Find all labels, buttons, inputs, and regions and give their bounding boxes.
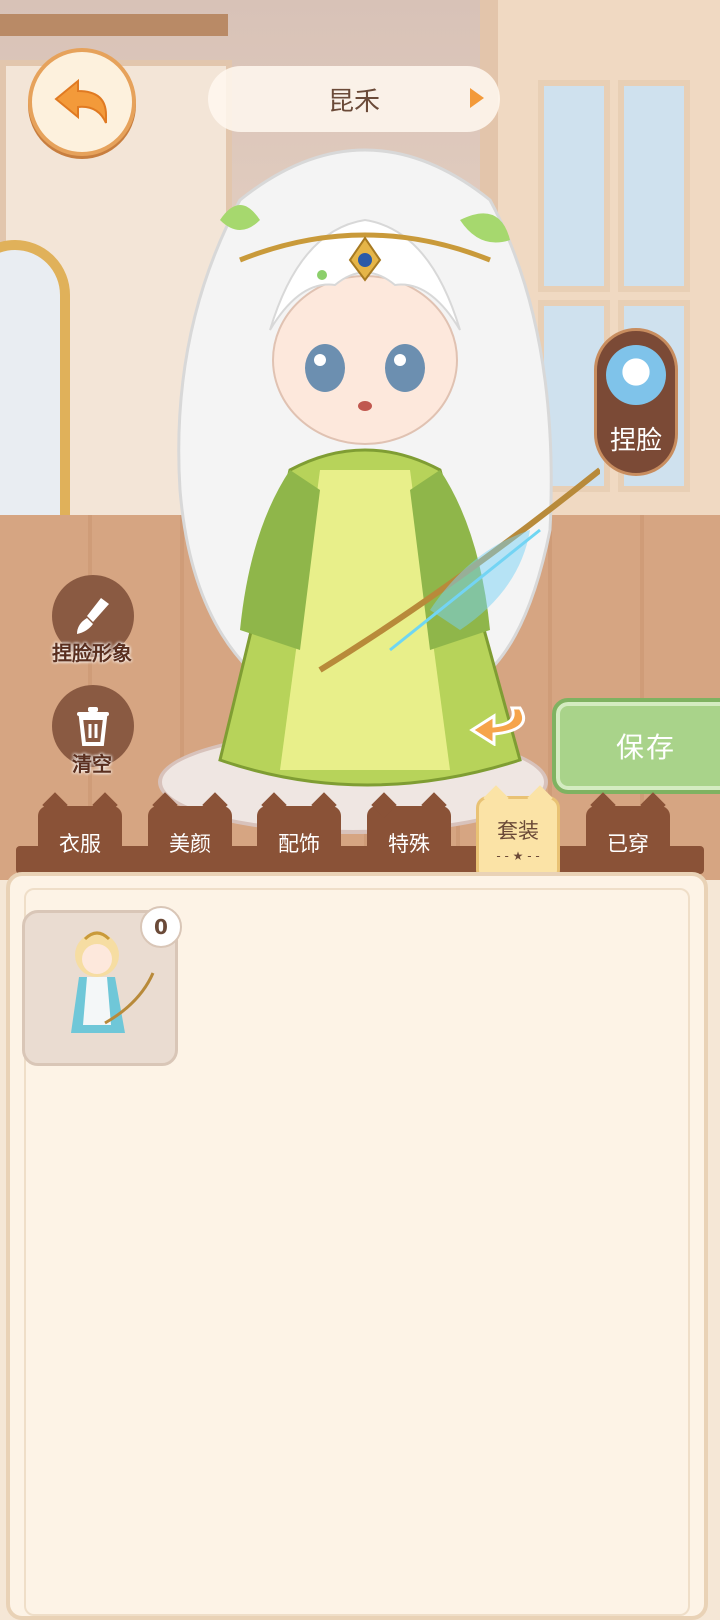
item-count: 0	[154, 915, 168, 939]
back-button[interactable]	[28, 48, 136, 156]
wall-shelf	[0, 14, 228, 36]
back-arrow-icon	[54, 78, 107, 124]
rotate-arrow-icon[interactable]	[464, 700, 528, 746]
tab-label: 特殊	[388, 832, 430, 856]
tab-label: 套装	[497, 819, 539, 843]
tab-worn[interactable]: 已穿	[586, 806, 670, 870]
tab-beauty[interactable]: 美颜	[148, 806, 232, 870]
save-button[interactable]: 保存	[552, 698, 720, 794]
clear-label: 清空	[72, 752, 112, 776]
brush-icon	[77, 598, 109, 634]
tab-special[interactable]: 特殊	[367, 806, 451, 870]
face-edit-label: 捏脸	[609, 426, 662, 456]
star-icon: - - ★ - -	[496, 849, 540, 863]
tab-outfits[interactable]: 套装 - - ★ - -	[476, 796, 560, 882]
tab-label: 已穿	[607, 832, 649, 856]
face-edit-button[interactable]: 捏脸	[594, 328, 678, 476]
tab-label: 美颜	[169, 832, 211, 856]
tab-clothes[interactable]: 衣服	[38, 806, 122, 870]
save-label: 保存	[615, 731, 676, 764]
face-image-label: 捏脸形象	[52, 641, 132, 665]
character-avatar[interactable]	[130, 110, 600, 830]
tab-label: 衣服	[59, 832, 101, 856]
face-avatar-icon	[606, 345, 666, 405]
name-edit-arrow-icon	[470, 88, 484, 108]
item-count-badge: 0	[140, 906, 182, 948]
tab-accessories[interactable]: 配饰	[257, 806, 341, 870]
trash-icon	[77, 707, 109, 746]
tab-label: 配饰	[278, 832, 320, 856]
